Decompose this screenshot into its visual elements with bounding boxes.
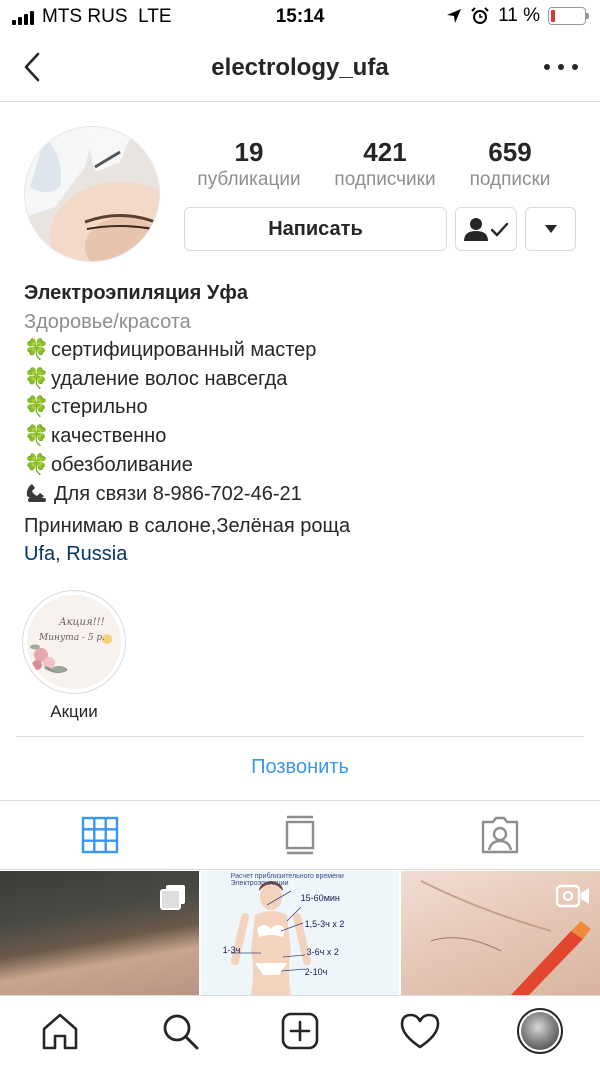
stat-posts-count: 19 (234, 137, 264, 167)
stat-followers[interactable]: 421 подписчики (322, 136, 448, 192)
grid-post[interactable]: Расчет приблизительного времени Электроэ… (200, 871, 400, 995)
bio-line: 🍀 сертифицированный мастер (24, 336, 584, 365)
bottom-nav (0, 995, 600, 1066)
divider (16, 736, 584, 737)
bio-line: 🍀 обезболивание (24, 451, 584, 480)
profile-avatar[interactable] (24, 126, 160, 262)
home-icon (42, 1013, 78, 1050)
bio-line: 🍀 стерильно (24, 393, 584, 422)
stat-following-label: подписки (469, 169, 551, 190)
post-label: 1-3ч (222, 945, 241, 955)
stat-posts[interactable]: 19 публикации (186, 136, 312, 192)
new-post-icon (281, 1012, 319, 1050)
clover-icon: 🍀 (24, 424, 49, 447)
phone-icon (24, 479, 54, 512)
profile-header: electrology_ufa (0, 34, 600, 102)
battery-percent: 11 % (498, 5, 540, 26)
bio-name: Электроэпиляция Уфа (24, 282, 248, 304)
highlight-cover-subtitle: Минута - 5 р. (39, 633, 106, 643)
stat-posts-label: публикации (197, 169, 301, 190)
bio-line-text: качественно (51, 424, 167, 447)
grid-post[interactable] (0, 871, 199, 995)
battery-icon (548, 7, 589, 25)
clover-icon: 🍀 (24, 453, 49, 476)
body-illustration (230, 881, 311, 995)
post-label: 1,5-3ч х 2 (304, 919, 345, 929)
nav-profile[interactable] (480, 996, 600, 1066)
search-icon (163, 1014, 199, 1050)
story-highlight[interactable]: Акция!!! Минута - 5 р. Акции (22, 590, 126, 722)
more-options-button[interactable] (544, 54, 578, 80)
highlight-label: Акции (50, 702, 98, 721)
post-title: Расчет приблизительного времени Электроэ… (230, 873, 344, 887)
suggested-dropdown-button[interactable] (525, 207, 576, 251)
posts-grid: Расчет приблизительного времени Электроэ… (0, 871, 600, 995)
clover-icon: 🍀 (24, 396, 49, 419)
call-button[interactable]: Позвонить (0, 756, 600, 779)
location-arrow-icon (447, 9, 462, 23)
bio-line-text: стерильно (51, 396, 148, 419)
clover-icon: 🍀 (24, 367, 49, 390)
highlight-ring: Акция!!! Минута - 5 р. (22, 590, 126, 694)
highlight-cover-title: Акция!!! (59, 617, 105, 628)
bio-line: 🍀 удаление волос навсегда (24, 365, 584, 394)
stat-following-count: 659 (488, 137, 532, 167)
profile-tabs (0, 801, 600, 870)
tab-tagged[interactable] (400, 801, 600, 869)
following-button[interactable] (455, 207, 517, 251)
clover-icon: 🍀 (24, 339, 49, 362)
post-label: 3-6ч х 2 (306, 947, 339, 957)
bio-line-text: обезболивание (51, 453, 193, 476)
profile-bio: Электроэпиляция Уфа Здоровье/красота 🍀 се… (24, 279, 584, 569)
bio-line: 🍀 качественно (24, 422, 584, 451)
stat-following[interactable]: 659 подписки (458, 136, 562, 192)
nav-avatar-image (521, 1012, 559, 1050)
carousel-icon (159, 885, 185, 910)
nav-activity[interactable] (360, 996, 480, 1066)
tab-grid[interactable] (0, 801, 200, 869)
triangle-down-icon (544, 225, 557, 233)
profile-avatar-icon (517, 1008, 563, 1054)
feed-icon (285, 815, 315, 855)
profile-stats: 19 публикации 421 подписчики 659 подписк… (186, 136, 562, 192)
nav-search[interactable] (120, 996, 240, 1066)
grid-icon (81, 816, 119, 854)
message-button[interactable]: Написать (184, 207, 447, 251)
grid-post[interactable] (401, 871, 600, 995)
status-bar: MTS RUS LTE 15:14 11 % (0, 0, 600, 34)
alarm-icon (471, 7, 489, 24)
status-right: 11 % (446, 5, 589, 27)
stat-followers-count: 421 (363, 137, 407, 167)
ellipsis-dot (558, 64, 564, 70)
post-label: 15-60мин (300, 893, 340, 903)
bio-line-text: сертифицированный мастер (51, 339, 317, 362)
stat-followers-label: подписчики (334, 169, 436, 190)
nav-new-post[interactable] (240, 996, 360, 1066)
ellipsis-icon (544, 64, 550, 70)
highlight-cover: Акция!!! Минута - 5 р. (27, 595, 121, 689)
post-label: 2-10ч (304, 967, 328, 977)
bio-category: Здоровье/красота (24, 310, 191, 333)
avatar-photo (25, 127, 159, 261)
tab-feed[interactable] (200, 801, 400, 869)
location-link[interactable]: Ufa, Russia (24, 540, 584, 569)
person-check-icon (464, 218, 509, 241)
nav-home[interactable] (0, 996, 120, 1066)
ellipsis-dot (572, 64, 578, 70)
battery-fill (551, 10, 555, 22)
heart-icon (400, 1013, 440, 1049)
bio-address: Принимаю в салоне,Зелёная роща (24, 514, 351, 537)
tagged-icon (481, 816, 519, 854)
bio-contact-text: Для связи 8-986-702-46-21 (54, 483, 302, 506)
bio-line-text: удаление волос навсегда (51, 367, 288, 390)
page-title: electrology_ufa (211, 54, 389, 81)
video-icon (556, 884, 590, 908)
bio-contact: Для связи 8-986-702-46-21 (24, 479, 584, 512)
